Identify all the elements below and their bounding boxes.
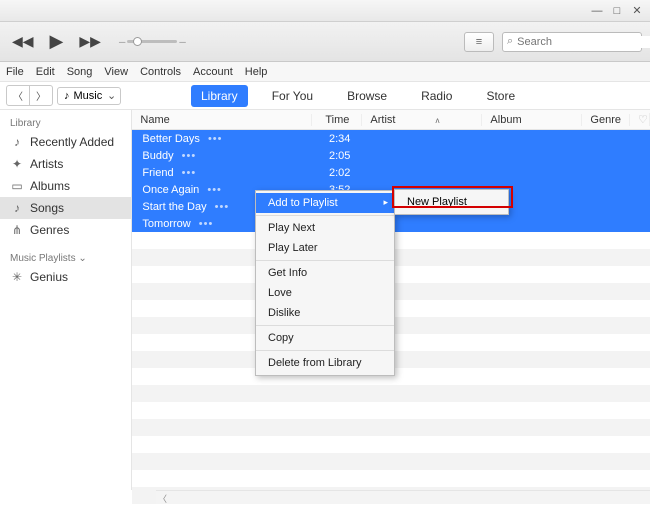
list-view-button[interactable]: ≡ bbox=[464, 32, 494, 52]
tab-radio[interactable]: Radio bbox=[411, 85, 462, 107]
table-row-empty bbox=[132, 470, 650, 487]
menu-bar: File Edit Song View Controls Account Hel… bbox=[0, 62, 650, 82]
row-actions-icon[interactable]: ••• bbox=[178, 167, 197, 179]
minimize-button[interactable]: — bbox=[590, 4, 604, 18]
context-menu: Add to PlaylistPlay NextPlay LaterGet In… bbox=[255, 190, 395, 376]
menu-item-dislike[interactable]: Dislike bbox=[256, 303, 394, 323]
title-bar: — □ ✕ bbox=[0, 0, 650, 22]
menu-item-get-info[interactable]: Get Info bbox=[256, 260, 394, 283]
rewind-button[interactable]: ◀◀ bbox=[8, 33, 38, 50]
tab-for-you[interactable]: For You bbox=[262, 85, 323, 107]
context-submenu: New Playlist bbox=[394, 189, 509, 215]
sidebar-icon: ▭ bbox=[10, 179, 24, 193]
row-actions-icon[interactable]: ••• bbox=[178, 150, 197, 162]
row-actions-icon[interactable]: ••• bbox=[211, 201, 230, 213]
table-row-empty bbox=[132, 385, 650, 402]
menu-item-love[interactable]: Love bbox=[256, 283, 394, 303]
search-input[interactable] bbox=[517, 36, 650, 48]
row-actions-icon[interactable]: ••• bbox=[195, 218, 214, 230]
sidebar-heading-library: Library bbox=[0, 114, 131, 131]
table-row-empty bbox=[132, 419, 650, 436]
menu-edit[interactable]: Edit bbox=[36, 66, 55, 78]
menu-file[interactable]: File bbox=[6, 66, 24, 78]
table-row[interactable]: Friend •••2:02 bbox=[132, 164, 650, 181]
search-icon: ⌕ bbox=[507, 35, 513, 48]
col-artist[interactable]: Artistʌ bbox=[362, 114, 482, 126]
submenu-item-new-playlist[interactable]: New Playlist bbox=[395, 192, 508, 212]
sidebar-item-songs[interactable]: ♪Songs bbox=[0, 197, 131, 219]
sidebar-item-recently-added[interactable]: ♪Recently Added bbox=[0, 131, 131, 153]
sort-caret-icon: ʌ bbox=[435, 116, 439, 125]
table-row-empty bbox=[132, 436, 650, 453]
menu-item-play-next[interactable]: Play Next bbox=[256, 215, 394, 238]
sidebar-item-artists[interactable]: ✦Artists bbox=[0, 153, 131, 175]
tab-store[interactable]: Store bbox=[476, 85, 525, 107]
music-icon: ♪ bbox=[64, 90, 70, 102]
sidebar-icon: ⋔ bbox=[10, 223, 24, 237]
menu-item-delete-from-library[interactable]: Delete from Library bbox=[256, 350, 394, 373]
horizontal-scrollbar[interactable]: 〈 bbox=[156, 490, 650, 504]
tab-library[interactable]: Library bbox=[191, 85, 248, 107]
col-time[interactable]: Time bbox=[312, 114, 362, 126]
menu-item-copy[interactable]: Copy bbox=[256, 325, 394, 348]
sidebar-item-genres[interactable]: ⋔Genres bbox=[0, 219, 131, 241]
table-row-empty bbox=[132, 402, 650, 419]
menu-view[interactable]: View bbox=[104, 66, 128, 78]
nav-back-forward[interactable]: 〈〉 bbox=[6, 85, 53, 106]
menu-item-add-to-playlist[interactable]: Add to Playlist bbox=[256, 193, 394, 213]
sidebar-icon: ♪ bbox=[10, 135, 24, 149]
menu-account[interactable]: Account bbox=[193, 66, 233, 78]
play-button[interactable]: ▶ bbox=[46, 31, 68, 52]
col-album[interactable]: Album bbox=[482, 114, 582, 126]
menu-item-play-later[interactable]: Play Later bbox=[256, 238, 394, 258]
col-loved[interactable]: ♡ bbox=[630, 113, 650, 126]
maximize-button[interactable]: □ bbox=[610, 4, 624, 18]
row-actions-icon[interactable]: ••• bbox=[204, 133, 223, 145]
col-genre[interactable]: Genre bbox=[582, 114, 630, 126]
sidebar-icon: ✦ bbox=[10, 157, 24, 171]
table-row-empty bbox=[132, 453, 650, 470]
nav-row: 〈〉 ♪ Music Library For You Browse Radio Stor… bbox=[0, 82, 650, 110]
table-header: Name Time Artistʌ Album Genre ♡ bbox=[132, 110, 650, 130]
sidebar-heading-playlists[interactable]: Music Playlists ⌄ bbox=[0, 249, 131, 266]
table-row[interactable]: Better Days •••2:34 bbox=[132, 130, 650, 147]
forward-button[interactable]: ▶▶ bbox=[75, 33, 105, 50]
close-button[interactable]: ✕ bbox=[630, 4, 644, 18]
sidebar: Library ♪Recently Added✦Artists▭Albums♪S… bbox=[0, 110, 132, 490]
sidebar-item-albums[interactable]: ▭Albums bbox=[0, 175, 131, 197]
toolbar: ◀◀ ▶ ▶▶ ─ ─ ≡ ⌕ bbox=[0, 22, 650, 62]
menu-song[interactable]: Song bbox=[67, 66, 93, 78]
search-field[interactable]: ⌕ bbox=[502, 32, 642, 52]
volume-slider[interactable]: ─ ─ bbox=[119, 37, 186, 47]
tab-browse[interactable]: Browse bbox=[337, 85, 397, 107]
col-name[interactable]: Name bbox=[132, 114, 312, 126]
source-dropdown[interactable]: ♪ Music bbox=[57, 87, 121, 105]
table-row[interactable]: Buddy •••2:05 bbox=[132, 147, 650, 164]
sidebar-item-genius[interactable]: ✳Genius bbox=[0, 266, 131, 288]
sidebar-icon: ✳ bbox=[10, 270, 24, 284]
row-actions-icon[interactable]: ••• bbox=[203, 184, 222, 196]
menu-help[interactable]: Help bbox=[245, 66, 268, 78]
menu-controls[interactable]: Controls bbox=[140, 66, 181, 78]
sidebar-icon: ♪ bbox=[10, 201, 24, 215]
